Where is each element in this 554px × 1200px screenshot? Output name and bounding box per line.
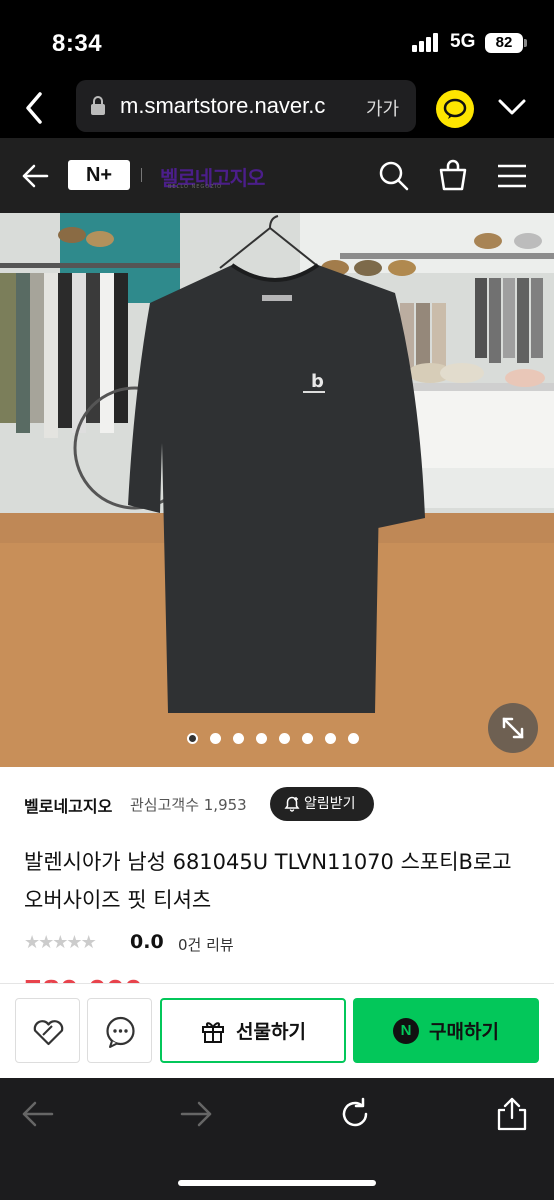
store-header: N+ 벨로네고지오 BELLO NEGOZIO	[0, 138, 554, 213]
seller-name[interactable]: 벨로네고지오	[24, 793, 112, 817]
star-icon: ★	[24, 932, 40, 953]
gallery-dot[interactable]	[233, 733, 244, 744]
lock-icon	[91, 96, 105, 115]
notify-button[interactable]: 알림받기	[270, 787, 374, 821]
url-text: m.smartstore.naver.c	[120, 93, 326, 118]
url-field[interactable]: m.smartstore.naver.c 가가	[76, 80, 416, 132]
gallery-dot[interactable]	[256, 733, 267, 744]
product-info: 벨로네고지오 관심고객수 1,953 알림받기 발렌시아가 남성 681045U…	[0, 767, 554, 997]
gallery-dot[interactable]	[348, 733, 359, 744]
gallery-dot[interactable]	[279, 733, 290, 744]
expand-icon[interactable]	[488, 703, 538, 753]
share-icon[interactable]	[494, 1096, 530, 1132]
buy-button[interactable]: N 구매하기	[353, 998, 539, 1063]
reload-icon[interactable]	[337, 1096, 373, 1132]
star-icon: ★	[66, 932, 82, 953]
back-chevron-icon[interactable]	[18, 88, 52, 128]
network-type: 5G	[450, 31, 476, 52]
back-arrow-icon[interactable]	[20, 1096, 56, 1132]
kakao-icon[interactable]	[436, 90, 474, 128]
heart-icon	[33, 1020, 64, 1046]
buy-label: 구매하기	[429, 1021, 499, 1043]
status-bar: 8:34 5G 82	[0, 0, 554, 78]
chat-icon	[106, 1016, 135, 1048]
search-icon[interactable]	[378, 160, 410, 192]
product-image[interactable]: b	[0, 213, 554, 767]
back-arrow-icon[interactable]	[20, 162, 50, 190]
star-icon: ★	[52, 932, 68, 953]
menu-icon[interactable]	[496, 162, 528, 190]
gift-label: 선물하기	[236, 1021, 306, 1043]
signal-icon	[412, 32, 442, 52]
text-size-button[interactable]: 가가	[366, 95, 399, 121]
bell-icon	[284, 796, 300, 812]
gift-icon	[202, 1021, 225, 1043]
inquiry-button[interactable]	[87, 998, 152, 1063]
chevron-down-icon[interactable]	[494, 92, 530, 122]
review-count[interactable]: 0건 리뷰	[178, 934, 234, 955]
header-divider	[141, 168, 142, 182]
battery-cap	[524, 39, 527, 47]
rating-value: 0.0	[130, 931, 164, 953]
gallery-dot[interactable]	[325, 733, 336, 744]
naver-pay-badge: N	[393, 1017, 420, 1044]
star-icon: ★	[80, 932, 97, 953]
notify-label: 알림받기	[304, 796, 356, 812]
store-logo-subtitle: BELLO NEGOZIO	[168, 184, 223, 190]
gift-button[interactable]: 선물하기	[160, 998, 346, 1063]
browser-address-bar: m.smartstore.naver.c 가가	[0, 78, 554, 138]
battery-indicator: 82	[485, 33, 523, 53]
gallery-dot[interactable]	[302, 733, 313, 744]
wishlist-button[interactable]	[15, 998, 80, 1063]
cart-icon[interactable]	[437, 158, 469, 192]
svg-text:b: b	[311, 371, 324, 392]
star-icon: ★	[38, 932, 54, 953]
forward-arrow-icon[interactable]	[178, 1096, 214, 1132]
interest-count: 관심고객수 1,953	[130, 796, 247, 814]
rating-stars: ★ ★ ★ ★ ★	[24, 932, 97, 953]
home-indicator[interactable]	[178, 1180, 376, 1186]
gallery-dot[interactable]	[187, 733, 198, 744]
product-title: 발렌시아가 남성 681045U TLVN11070 스포티B로고 오버사이즈 …	[24, 850, 512, 912]
naver-plus-logo[interactable]: N+	[68, 160, 130, 190]
gallery-dot[interactable]	[210, 733, 221, 744]
gallery-pagination[interactable]	[187, 733, 359, 745]
status-time: 8:34	[52, 30, 103, 57]
purchase-action-bar: 선물하기 N 구매하기	[0, 983, 554, 1078]
